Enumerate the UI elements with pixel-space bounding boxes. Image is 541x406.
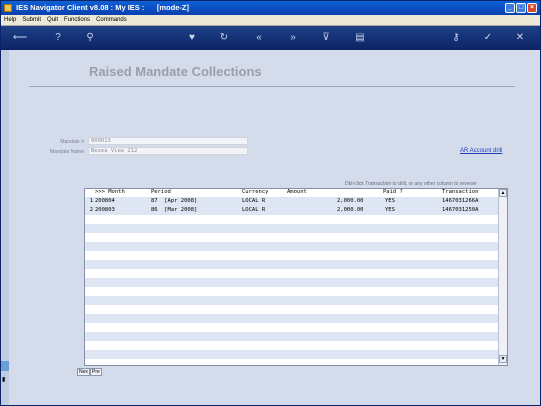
last-icon[interactable]: »	[287, 30, 299, 46]
mandate-number-field[interactable]: 000013	[88, 137, 248, 145]
empty-row	[85, 341, 499, 350]
menu-submit[interactable]: Submit	[19, 15, 44, 25]
cell-month[interactable]: 200803	[95, 206, 115, 215]
cell-amount[interactable]: 2,000.00	[337, 206, 364, 215]
app-window: IES Navigator Client v8.08 : My IES : [m…	[0, 0, 541, 406]
help-icon[interactable]: ?	[53, 30, 63, 46]
cell-amount[interactable]: 2,000.00	[337, 197, 364, 206]
cancel-icon[interactable]: ✕	[515, 30, 525, 46]
empty-row	[85, 233, 499, 242]
column-header-currency[interactable]: Currency	[242, 189, 269, 195]
confirm-icon[interactable]: ✓	[483, 30, 493, 46]
column-header-transaction[interactable]: Transaction	[442, 189, 478, 195]
page-title: Raised Mandate Collections	[89, 64, 262, 79]
row-number: 2	[89, 207, 93, 213]
cell-period[interactable]: 87 [Apr 2008]	[151, 197, 197, 206]
favorite-icon[interactable]: ♥	[187, 30, 197, 46]
collections-grid: >>> Month Period Currency Amount Paid ? …	[84, 188, 508, 366]
cell-paid[interactable]: YES	[385, 197, 395, 206]
table-row[interactable]: 1 200804 87 [Apr 2008] LOCAL R 2,000.00 …	[85, 197, 499, 206]
empty-row	[85, 215, 499, 224]
grid-hint: Dbl-click Transaction to drill, or any o…	[345, 181, 477, 187]
empty-row	[85, 305, 499, 314]
menu-functions[interactable]: Functions	[61, 15, 93, 25]
mandate-number-label: Mandate #	[60, 139, 84, 145]
empty-row	[85, 287, 499, 296]
side-marker-icon: ▮	[2, 377, 6, 383]
menu-commands[interactable]: Commands	[93, 15, 130, 25]
column-header-paid[interactable]: Paid ?	[383, 189, 403, 195]
empty-row	[85, 323, 499, 332]
minimize-icon[interactable]: _	[505, 3, 515, 13]
empty-row	[85, 296, 499, 305]
grid-body: 1 200804 87 [Apr 2008] LOCAL R 2,000.00 …	[85, 197, 499, 365]
vertical-scrollbar[interactable]: ▲ ▼	[498, 189, 507, 365]
empty-row	[85, 224, 499, 233]
cell-currency[interactable]: LOCAL R	[242, 206, 265, 215]
menu-bar: Help Submit Quit Functions Commands	[1, 15, 540, 26]
window-title: IES Navigator Client v8.08 : My IES : [m…	[16, 3, 189, 12]
exit-icon[interactable]: ⟵	[9, 30, 31, 46]
app-logo-icon	[4, 4, 12, 12]
row-number: 1	[89, 198, 93, 204]
search-icon[interactable]: ⚲	[85, 30, 95, 46]
refresh-icon[interactable]: ↻	[219, 30, 229, 46]
empty-row	[85, 278, 499, 287]
cell-transaction[interactable]: 1467031250A	[442, 206, 478, 215]
empty-row	[85, 350, 499, 359]
title-divider	[29, 86, 515, 87]
table-row[interactable]: 2 200803 86 [Mar 2008] LOCAL R 2,000.00 …	[85, 206, 499, 215]
empty-row	[85, 332, 499, 341]
mandate-name-label: Mandate Name	[49, 149, 84, 155]
empty-row	[85, 314, 499, 323]
side-tab[interactable]	[1, 361, 9, 371]
empty-row	[85, 251, 499, 260]
column-header-period[interactable]: Period	[151, 189, 171, 195]
cell-month[interactable]: 200804	[95, 197, 115, 206]
prev-page-button[interactable]: Pre	[90, 368, 102, 376]
grid-header: >>> Month Period Currency Amount Paid ? …	[85, 189, 499, 197]
lock-icon[interactable]: ⚷	[451, 30, 461, 46]
empty-row	[85, 269, 499, 278]
scroll-down-icon[interactable]: ▼	[499, 355, 507, 363]
cell-paid[interactable]: YES	[385, 206, 395, 215]
empty-row	[85, 260, 499, 269]
mandate-name-field[interactable]: Bezea View 212	[88, 147, 248, 155]
left-side-strip	[1, 50, 9, 405]
menu-help[interactable]: Help	[1, 15, 19, 25]
cell-transaction[interactable]: 1467031266A	[442, 197, 478, 206]
first-icon[interactable]: «	[253, 30, 265, 46]
maximize-icon[interactable]: □	[516, 3, 526, 13]
cell-period[interactable]: 86 [Mar 2008]	[151, 206, 197, 215]
clipboard-icon[interactable]: ▤	[355, 30, 365, 46]
close-icon[interactable]: ×	[527, 3, 537, 13]
menu-quit[interactable]: Quit	[44, 15, 61, 25]
ar-account-drill-link[interactable]: AR Account drill	[460, 148, 502, 154]
scroll-up-icon[interactable]: ▲	[499, 189, 507, 197]
toolbar: ⟵ ? ⚲ ♥ ↻ « » ⊽ ▤ ⚷ ✓ ✕	[1, 26, 540, 50]
next-page-button[interactable]: Nex	[77, 368, 90, 376]
column-header-month[interactable]: >>> Month	[95, 189, 125, 195]
filter-icon[interactable]: ⊽	[321, 30, 331, 46]
title-bar: IES Navigator Client v8.08 : My IES : [m…	[1, 1, 540, 15]
column-header-amount[interactable]: Amount	[287, 189, 307, 195]
empty-row	[85, 242, 499, 251]
cell-currency[interactable]: LOCAL R	[242, 197, 265, 206]
